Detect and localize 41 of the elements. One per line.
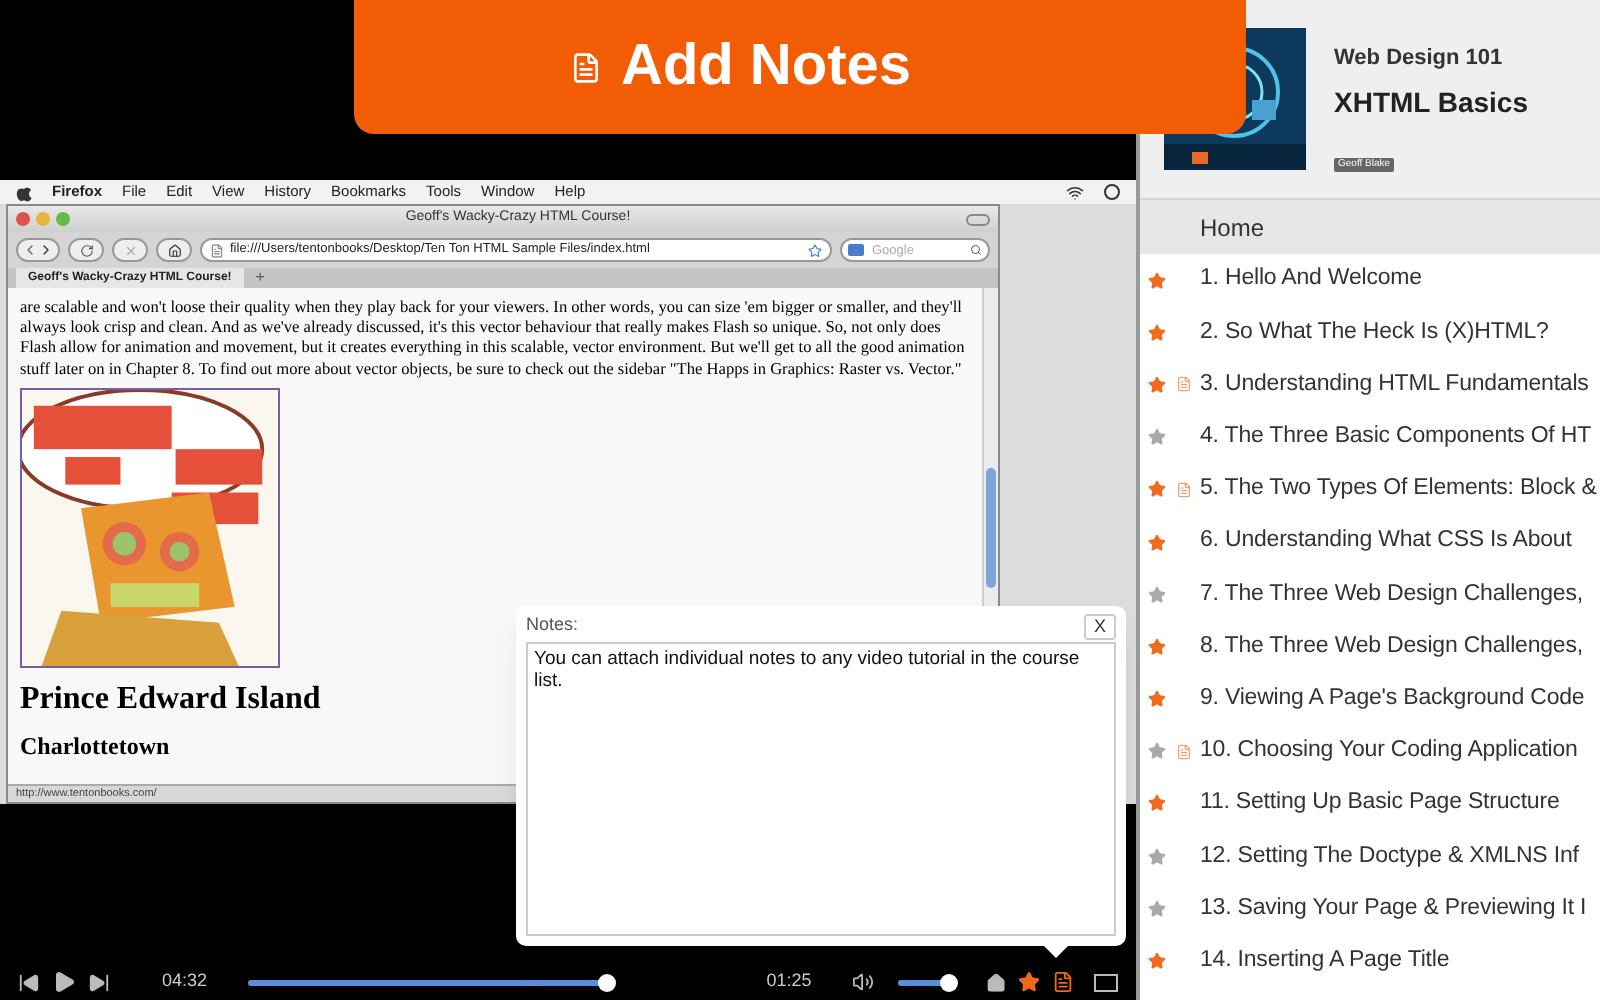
remaining-time: 01:25: [766, 968, 812, 995]
lesson-row[interactable]: 1. Hello And Welcome: [1140, 254, 1600, 307]
course-series: Web Design 101: [1334, 44, 1505, 74]
lesson-title: 9. Viewing A Page's Background Code: [1200, 683, 1585, 714]
lesson-row[interactable]: 9. Viewing A Page's Background Code: [1140, 673, 1600, 726]
course-title: XHTML Basics: [1334, 83, 1528, 121]
lesson-title: 14. Inserting A Page Title: [1200, 945, 1450, 976]
lesson-title: 11. Setting Up Basic Page Structure: [1200, 788, 1560, 819]
lesson-title: 12. Setting The Doctype & XMLNS Inf: [1200, 841, 1579, 872]
banner-title: Add Notes: [621, 31, 911, 102]
lesson-row[interactable]: 13. Saving Your Page & Previewing It I: [1140, 882, 1600, 935]
lesson-title: 2. So What The Heck Is (X)HTML?: [1200, 317, 1549, 348]
lesson-title: 1. Hello And Welcome: [1200, 264, 1422, 295]
lesson-row[interactable]: 11. Setting Up Basic Page Structure: [1140, 777, 1600, 831]
lesson-title: 10. Choosing Your Coding Application: [1200, 736, 1578, 767]
lesson-row[interactable]: 14. Inserting A Page Title: [1140, 934, 1600, 988]
notes-label: Notes:: [526, 612, 579, 639]
new-tab-button[interactable]: +: [247, 268, 273, 288]
lesson-title: 7. The Three Web Design Challenges,: [1200, 579, 1583, 610]
page-subheading: Charlottetown: [20, 731, 170, 760]
lesson-title: 13. Saving Your Page & Previewing It I: [1200, 893, 1587, 924]
lesson-row[interactable]: 8. The Three Web Design Challenges,: [1140, 620, 1600, 673]
elapsed-time: 04:32: [162, 968, 208, 995]
lesson-row[interactable]: 3. Understanding HTML Fundamentals: [1140, 358, 1600, 412]
lesson-row[interactable]: 10. Choosing Your Coding Application: [1140, 725, 1600, 778]
lesson-title: 5. The Two Types Of Elements: Block &: [1200, 474, 1597, 505]
lesson-row[interactable]: 2. So What The Heck Is (X)HTML?: [1140, 306, 1600, 359]
lesson-row[interactable]: 6. Understanding What CSS Is About: [1140, 515, 1600, 569]
article-paragraph: are scalable and won't loose their quality when they play back for your viewers. In other words, you can size 'em bigger or smaller, and they'll always look crisp and clean. And as we've already discussed, it's this vector behaviour that really makes Flash so unique. So, not only does Flash allow for animation and movement, but it creates everything in this scalable, vector environment. But we'll get to all the good animation stuff later on in Chapter 8. To find out more about vector objects, be sure to check out the sidebar "The Happs in Graphics: Raster vs. Vector.": [20, 298, 967, 380]
home-row[interactable]: Home: [1140, 200, 1600, 254]
lesson-row[interactable]: 7. The Three Web Design Challenges,: [1140, 568, 1600, 621]
lesson-row[interactable]: 5. The Two Types Of Elements: Block &: [1140, 463, 1600, 516]
page-heading: Prince Edward Island: [20, 679, 321, 720]
lesson-row[interactable]: 4. The Three Basic Components Of HT: [1140, 411, 1600, 464]
close-button[interactable]: X: [1083, 613, 1116, 639]
lesson-title: 8. The Three Web Design Challenges,: [1200, 631, 1583, 662]
lesson-title: 3. Understanding HTML Fundamentals: [1200, 369, 1589, 400]
lesson-row[interactable]: 12. Setting The Doctype & XMLNS Inf: [1140, 830, 1600, 883]
notes-field[interactable]: You can attach individual notes to any video tutorial in the course list.: [526, 642, 1116, 936]
lesson-title: 6. Understanding What CSS Is About: [1200, 526, 1572, 557]
lesson-title: 4. The Three Basic Components Of HT: [1200, 422, 1591, 453]
